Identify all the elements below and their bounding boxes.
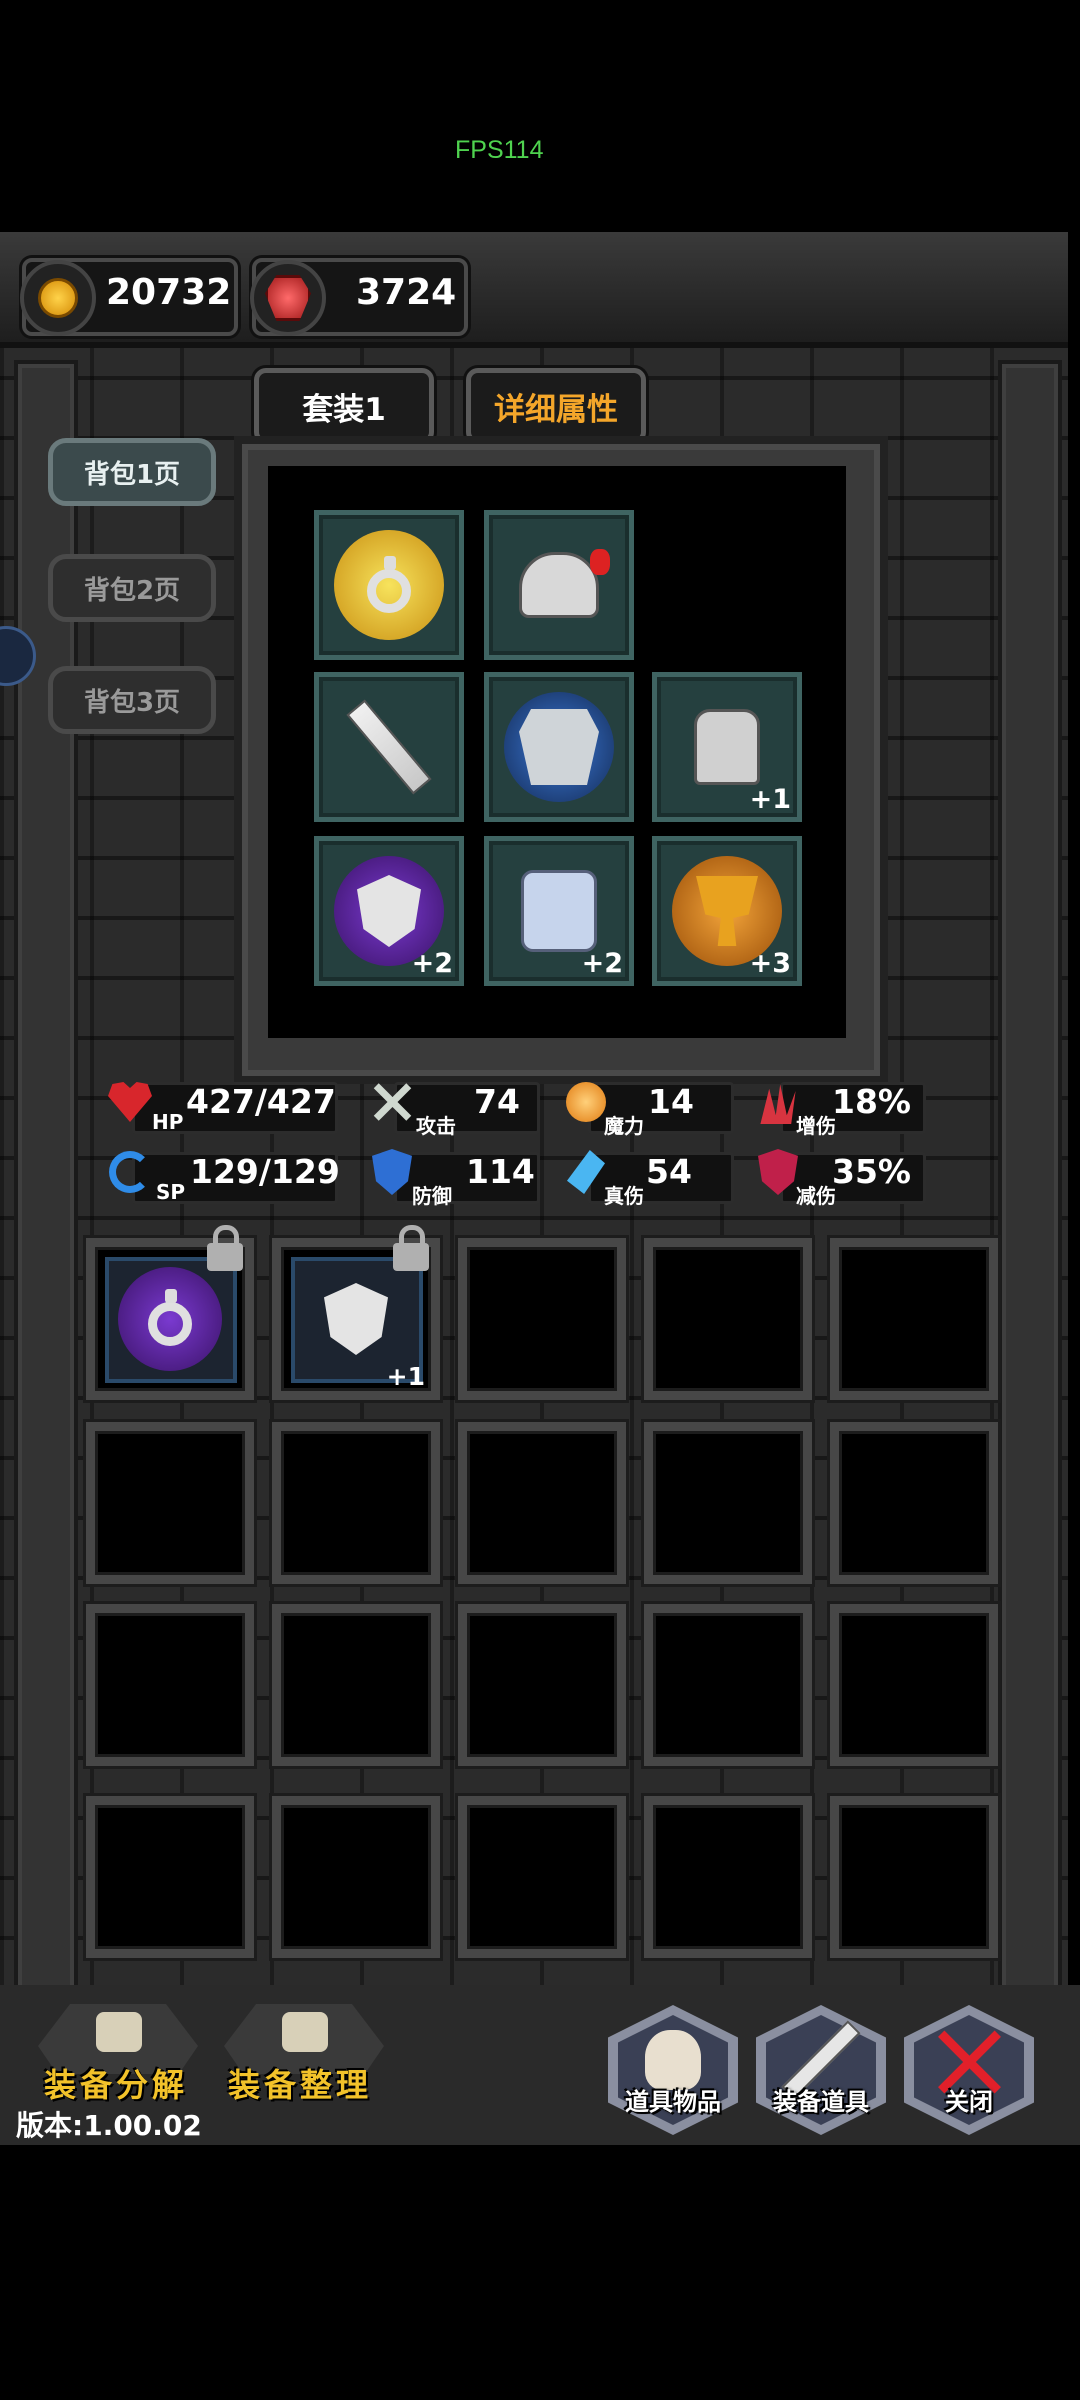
enhance-level: +2	[411, 948, 453, 979]
decompose-label[interactable]: 装备分解	[44, 2060, 188, 2106]
enhance-level: +1	[386, 1362, 425, 1391]
stat-hp: HP 427/427	[104, 1082, 340, 1134]
equip-slot-weapon[interactable]	[314, 672, 464, 822]
armor-icon	[519, 709, 599, 785]
hp-value: 427/427	[186, 1082, 336, 1121]
attack-value: 74	[474, 1082, 520, 1121]
backpack-slot[interactable]	[830, 1422, 998, 1584]
backpack-slot[interactable]	[644, 1604, 812, 1766]
equip-slot-gauntlet[interactable]: +1	[652, 672, 802, 822]
sort-label[interactable]: 装备整理	[228, 2060, 372, 2106]
equip-slot-shield[interactable]: +2	[314, 836, 464, 986]
gold-counter: 20732	[20, 258, 238, 336]
stat-true-damage: 真伤 54	[560, 1150, 734, 1208]
fps-counter: FPS114	[455, 136, 544, 164]
tab-set-1[interactable]: 套装1	[254, 368, 434, 444]
ruby-gem-icon	[250, 260, 326, 336]
tab-backpack-page-3[interactable]: 背包3页	[48, 666, 216, 734]
close-button[interactable]: 关闭	[904, 2005, 1034, 2135]
backpack-slot[interactable]	[644, 1238, 812, 1400]
swirl-icon	[104, 1146, 156, 1198]
backpack-slot[interactable]	[644, 1422, 812, 1584]
backpack-slot[interactable]	[830, 1796, 998, 1958]
heart-icon	[104, 1076, 156, 1128]
defense-value: 114	[466, 1152, 535, 1191]
stat-sp: SP 129/129	[104, 1151, 340, 1204]
backpack-slot[interactable]	[458, 1238, 626, 1400]
gem-counter: 3724	[250, 258, 468, 336]
helmet-icon	[519, 549, 610, 618]
tab-backpack-page-2[interactable]: 背包2页	[48, 554, 216, 622]
backpack-slot[interactable]	[86, 1604, 254, 1766]
stat-magic: 魔力 14	[560, 1082, 734, 1138]
gauntlet-icon	[694, 709, 760, 785]
gold-coin-icon	[20, 260, 96, 336]
equip-slot-trophy[interactable]: +3	[652, 836, 802, 986]
backpack-slot[interactable]	[86, 1422, 254, 1584]
gold-amount: 20732	[106, 272, 232, 313]
helmet-emblem-icon	[282, 2012, 328, 2052]
magic-value: 14	[648, 1082, 694, 1121]
ring-icon	[334, 530, 444, 640]
backpack-slot[interactable]	[86, 1225, 254, 1400]
floor	[0, 2145, 1080, 2400]
tab-detailed-attributes[interactable]: 详细属性	[466, 368, 646, 444]
stat-damage-increase: 增伤 18%	[752, 1082, 926, 1138]
gem-amount: 3724	[356, 272, 457, 313]
damage-reduction-value: 35%	[832, 1152, 911, 1191]
backpack-slot[interactable]	[272, 1796, 440, 1958]
enhance-level: +3	[749, 948, 791, 979]
damage-increase-value: 18%	[832, 1082, 911, 1121]
equip-slot-helmet[interactable]	[484, 510, 634, 660]
sp-value: 129/129	[190, 1152, 340, 1191]
items-button[interactable]: 道具物品	[608, 2005, 738, 2135]
bag-icon	[645, 2029, 701, 2090]
sword-icon	[346, 699, 432, 795]
backpack-slot[interactable]	[644, 1796, 812, 1958]
stat-defense: 防御 114	[366, 1149, 540, 1208]
enhance-level: +1	[749, 784, 791, 815]
boots-icon	[521, 870, 597, 952]
enhance-level: +2	[581, 948, 623, 979]
backpack-slot[interactable]: +1	[272, 1225, 440, 1400]
stat-attack: 攻击 74	[366, 1082, 540, 1138]
backpack-slot[interactable]	[86, 1796, 254, 1958]
blue-shield-icon	[366, 1146, 418, 1198]
crossed-swords-icon	[366, 1076, 418, 1128]
equip-slot-armor[interactable]	[484, 672, 634, 822]
lock-icon	[207, 1225, 243, 1271]
lock-icon	[393, 1225, 429, 1271]
true-damage-value: 54	[646, 1152, 692, 1191]
backpack-slot[interactable]	[458, 1796, 626, 1958]
equip-slot-boots[interactable]: +2	[484, 836, 634, 986]
anvil-icon	[96, 2012, 142, 2052]
version-label: 版本:1.00.02	[16, 2109, 202, 2142]
backpack-slot[interactable]	[272, 1422, 440, 1584]
backpack-slot[interactable]	[458, 1604, 626, 1766]
backpack-slot[interactable]	[830, 1604, 998, 1766]
tab-backpack-page-1[interactable]: 背包1页	[48, 438, 216, 506]
stat-damage-reduction: 减伤 35%	[752, 1149, 926, 1208]
backpack-slot[interactable]	[272, 1604, 440, 1766]
equip-slot-ring[interactable]	[314, 510, 464, 660]
right-pillar	[998, 360, 1062, 2018]
equip-items-button[interactable]: 装备道具	[756, 2005, 886, 2135]
backpack-slot[interactable]	[830, 1238, 998, 1400]
backpack-slot[interactable]	[458, 1422, 626, 1584]
